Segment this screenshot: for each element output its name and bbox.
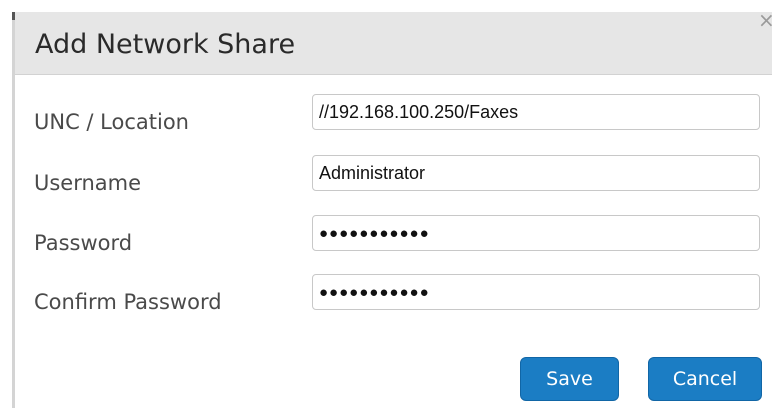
dialog-header: Add Network Share [15, 12, 772, 75]
username-input[interactable] [312, 155, 760, 191]
password-label: Password [34, 231, 133, 255]
confirm-password-input[interactable] [312, 274, 760, 310]
cancel-button[interactable]: Cancel [648, 357, 762, 401]
password-input[interactable] [312, 215, 760, 251]
add-network-share-dialog: Add Network Share × UNC / Location Usern… [0, 0, 772, 408]
unc-location-input[interactable] [312, 94, 760, 130]
username-label: Username [34, 171, 142, 195]
save-button[interactable]: Save [520, 357, 619, 401]
confirm-password-label: Confirm Password [34, 290, 222, 314]
close-icon[interactable]: × [758, 10, 772, 30]
unc-location-label: UNC / Location [34, 110, 189, 134]
dialog-title: Add Network Share [35, 29, 296, 60]
